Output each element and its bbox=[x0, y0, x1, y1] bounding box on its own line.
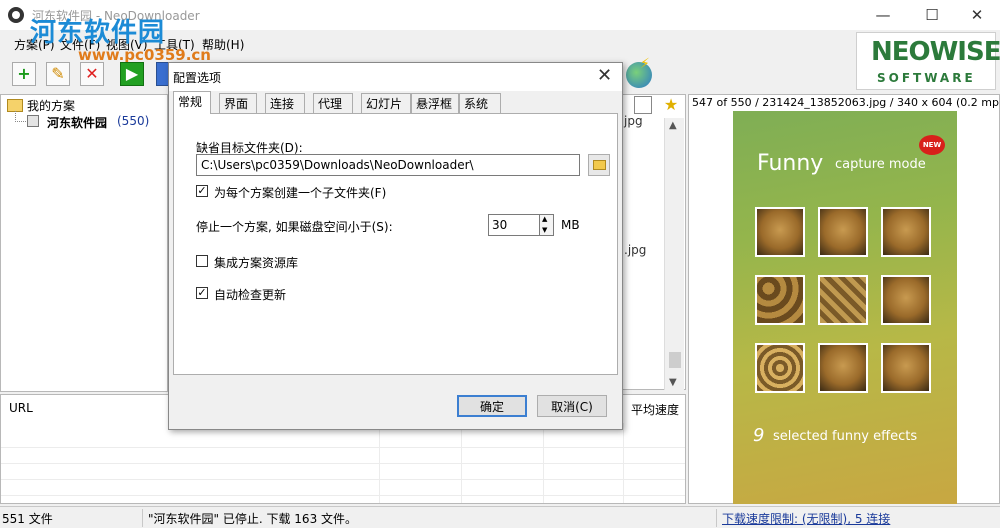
star-icon[interactable]: ★ bbox=[662, 96, 680, 114]
dog-thumbnail bbox=[818, 207, 868, 257]
folder-open-icon bbox=[593, 160, 606, 170]
maximize-button[interactable]: ☐ bbox=[909, 0, 955, 30]
project-tree: 我的方案 河东软件园 (550) bbox=[0, 94, 168, 392]
table-row[interactable] bbox=[1, 431, 685, 448]
tab-interface[interactable]: 界面 bbox=[219, 93, 257, 113]
column-divider bbox=[543, 423, 544, 503]
subfolder-checkbox[interactable]: ✓ bbox=[196, 185, 208, 197]
tab-floating[interactable]: 悬浮框 bbox=[411, 93, 459, 113]
speed-limit-link[interactable]: 下载速度限制: (无限制), 5 连接 bbox=[722, 510, 890, 527]
dog-thumbnail bbox=[818, 343, 868, 393]
preview-caption-number: 9 bbox=[753, 425, 765, 446]
status-divider bbox=[716, 509, 717, 527]
chevron-down-icon[interactable]: ▼ bbox=[542, 226, 547, 234]
dialog-title-bar: 配置选项 ✕ bbox=[169, 63, 622, 91]
table-row[interactable] bbox=[1, 447, 685, 464]
preview-caption: selected funny effects bbox=[773, 429, 918, 444]
unit-label: MB bbox=[561, 218, 580, 232]
cancel-button[interactable]: 取消(C) bbox=[537, 395, 607, 417]
stop-disk-label: 停止一个方案, 如果磁盘空间小于(S): bbox=[196, 220, 393, 234]
table-row[interactable] bbox=[1, 463, 685, 480]
tree-item-project[interactable]: 河东软件园 bbox=[47, 114, 107, 131]
dog-thumbnail bbox=[881, 207, 931, 257]
column-header-url[interactable]: URL bbox=[9, 401, 33, 415]
tab-proxy[interactable]: 代理 bbox=[313, 93, 353, 113]
thumbnail-view-icon[interactable] bbox=[634, 96, 652, 114]
status-file-count: 551 文件 bbox=[2, 512, 53, 526]
repository-checkbox[interactable] bbox=[196, 255, 208, 267]
tab-content-general: 缺省目标文件夹(D): ✓ 为每个方案创建一个子文件夹(F) 停止一个方案, 如… bbox=[173, 113, 618, 375]
subfolder-label[interactable]: 为每个方案创建一个子文件夹(F) bbox=[214, 184, 386, 201]
dog-thumbnail bbox=[755, 207, 805, 257]
auto-update-checkbox[interactable]: ✓ bbox=[196, 287, 208, 299]
browse-folder-button[interactable] bbox=[588, 154, 610, 176]
preview-image[interactable]: Funny capture mode NEW 9 selected funny … bbox=[733, 111, 957, 504]
file-list-item[interactable]: .jpg bbox=[624, 243, 646, 257]
dog-thumbnail bbox=[755, 343, 805, 393]
tab-general[interactable]: 常规 bbox=[173, 91, 211, 114]
dog-thumbnail bbox=[755, 275, 805, 325]
logo-sub-text: SOFTWARE bbox=[877, 71, 976, 85]
logo-main-text: NEOWISE bbox=[871, 37, 1000, 67]
column-divider bbox=[623, 423, 624, 503]
options-dialog: 配置选项 ✕ 常规 界面 连接 代理 幻灯片 悬浮框 系统 缺省目标文件夹(D)… bbox=[168, 62, 623, 430]
delete-project-button[interactable]: ✕ bbox=[80, 62, 104, 86]
close-button[interactable]: ✕ bbox=[954, 0, 1000, 30]
auto-update-label[interactable]: 自动检查更新 bbox=[214, 286, 286, 303]
scroll-up-icon[interactable]: ▲ bbox=[669, 120, 677, 131]
dialog-title: 配置选项 bbox=[173, 71, 222, 85]
tab-connection[interactable]: 连接 bbox=[265, 93, 305, 113]
column-divider bbox=[461, 423, 462, 503]
tree-item-count: (550) bbox=[117, 114, 150, 128]
status-message: "河东软件园" 已停止. 下载 163 文件。 bbox=[148, 512, 358, 526]
minimize-button[interactable]: — bbox=[860, 0, 906, 30]
table-row[interactable] bbox=[1, 479, 685, 496]
status-divider bbox=[142, 509, 143, 527]
scroll-down-icon[interactable]: ▼ bbox=[669, 377, 677, 388]
edit-project-button[interactable]: ✎ bbox=[46, 62, 70, 86]
dog-thumbnail bbox=[881, 343, 931, 393]
preview-subtitle: capture mode bbox=[835, 157, 926, 172]
tree-connector bbox=[15, 111, 26, 122]
tab-system[interactable]: 系统 bbox=[459, 93, 501, 113]
globe-icon[interactable] bbox=[626, 56, 652, 88]
start-button[interactable]: ▶ bbox=[120, 62, 144, 86]
dog-thumbnail bbox=[881, 275, 931, 325]
dialog-close-icon[interactable]: ✕ bbox=[597, 65, 612, 86]
new-badge: NEW bbox=[919, 135, 945, 155]
repository-label[interactable]: 集成方案资源库 bbox=[214, 254, 298, 271]
status-bar: 551 文件 "河东软件园" 已停止. 下载 163 文件。 下载速度限制: (… bbox=[0, 506, 1000, 528]
target-folder-input[interactable] bbox=[196, 154, 580, 176]
project-icon bbox=[27, 115, 39, 127]
watermark-text: 河东软件园 bbox=[30, 18, 166, 48]
neowise-logo: NEOWISE SOFTWARE bbox=[856, 32, 1000, 90]
column-divider bbox=[379, 423, 380, 503]
disk-space-stepper[interactable]: ▲ ▼ bbox=[540, 214, 554, 236]
tab-slideshow[interactable]: 幻灯片 bbox=[361, 93, 411, 113]
preview-info: 547 of 550 / 231424_13852063.jpg / 340 x… bbox=[692, 96, 1000, 109]
disk-space-input[interactable] bbox=[488, 214, 540, 236]
file-list-scrollbar[interactable]: ▲ ▼ bbox=[664, 118, 684, 390]
chevron-up-icon[interactable]: ▲ bbox=[542, 215, 547, 223]
dog-thumbnail bbox=[818, 275, 868, 325]
ok-button[interactable]: 确定 bbox=[457, 395, 527, 417]
scrollbar-thumb[interactable] bbox=[669, 352, 681, 368]
add-project-button[interactable]: + bbox=[12, 62, 36, 86]
column-header-speed[interactable]: 平均速度 bbox=[631, 401, 679, 418]
tree-root-label[interactable]: 我的方案 bbox=[27, 97, 75, 114]
file-list-item[interactable]: jpg bbox=[624, 114, 643, 128]
preview-title: Funny bbox=[757, 151, 824, 176]
app-icon bbox=[8, 7, 24, 23]
